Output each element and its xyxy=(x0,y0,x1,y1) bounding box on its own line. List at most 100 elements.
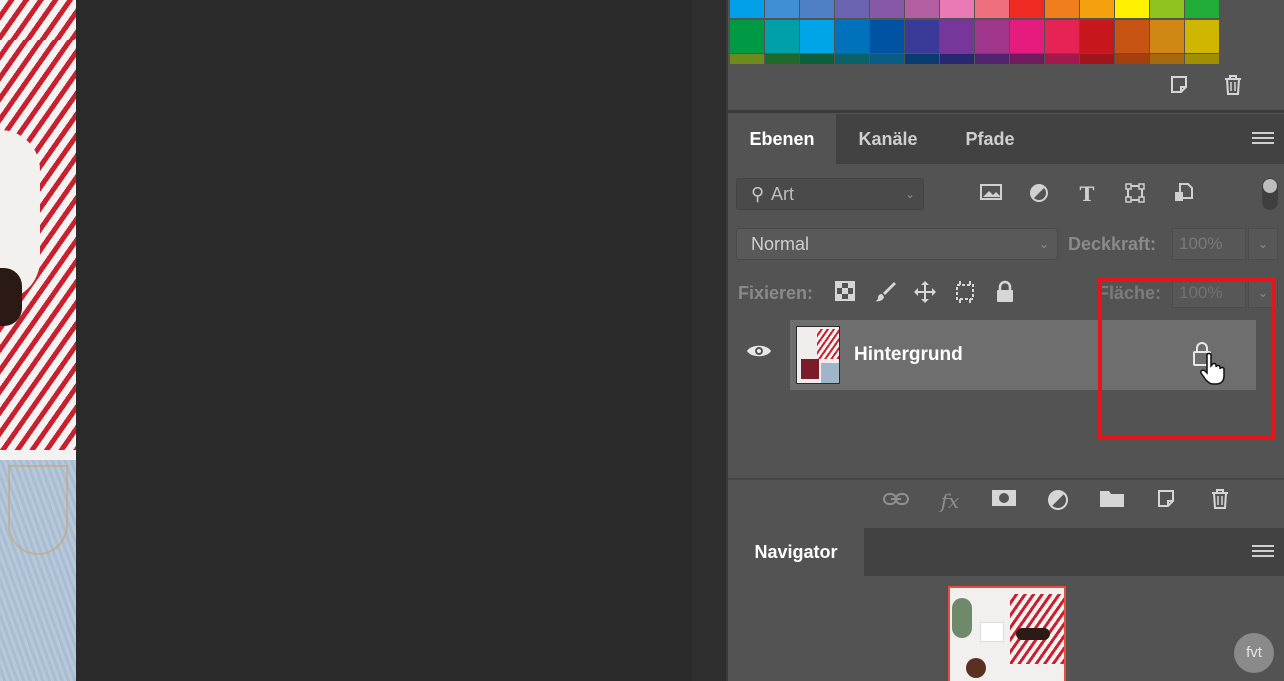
layers-tab-bar: Ebenen Kanäle Pfade xyxy=(728,114,1284,164)
swatch-row1-4[interactable] xyxy=(870,0,904,18)
tab-ebenen[interactable]: Ebenen xyxy=(728,114,836,164)
filter-toggle[interactable] xyxy=(1262,178,1278,210)
search-icon: ⚲ xyxy=(751,184,765,204)
delete-layer-trash-icon[interactable] xyxy=(1206,488,1234,514)
swatch-row3-12[interactable] xyxy=(1150,54,1184,64)
swatch-row1-5[interactable] xyxy=(905,0,939,18)
filter-kind-select[interactable]: ⚲ Art ⌄ xyxy=(736,178,924,210)
swatch-row1-2[interactable] xyxy=(800,0,834,18)
opacity-input[interactable]: 100% xyxy=(1172,228,1246,260)
swatch-row2-13[interactable] xyxy=(1185,20,1219,53)
swatch-row1-12[interactable] xyxy=(1150,0,1184,18)
swatch-row1-10[interactable] xyxy=(1080,0,1114,18)
swatch-row2-0[interactable] xyxy=(730,20,764,53)
lock-transparency-icon[interactable] xyxy=(832,280,858,306)
shape-filter-icon[interactable] xyxy=(1122,182,1148,206)
new-layer-icon[interactable] xyxy=(1152,488,1180,514)
panel-menu-icon[interactable] xyxy=(1252,132,1274,146)
swatch-row2-4[interactable] xyxy=(870,20,904,53)
opacity-dropdown[interactable]: ⌄ xyxy=(1248,228,1278,260)
swatch-row1-8[interactable] xyxy=(1010,0,1044,18)
panel-separator xyxy=(728,110,1284,113)
filter-icons: T xyxy=(978,182,1196,206)
canvas-workspace[interactable] xyxy=(76,0,692,681)
fx-icon[interactable]: fx xyxy=(936,488,964,514)
swatch-row3-0[interactable] xyxy=(730,54,764,64)
layer-thumbnail xyxy=(796,326,840,384)
lock-artboard-icon[interactable] xyxy=(952,280,978,306)
swatch-row3-7[interactable] xyxy=(975,54,1009,64)
adjustment-layer-icon[interactable] xyxy=(1044,488,1072,514)
swatch-row2-3[interactable] xyxy=(835,20,869,53)
thumb-shirt xyxy=(817,329,839,359)
swatch-row3-11[interactable] xyxy=(1115,54,1149,64)
swatch-row2-11[interactable] xyxy=(1115,20,1149,53)
chevron-down-icon: ⌄ xyxy=(904,187,915,201)
canvas-image[interactable] xyxy=(0,0,76,681)
swatch-row3-5[interactable] xyxy=(905,54,939,64)
swatch-row1-3[interactable] xyxy=(835,0,869,18)
swatch-row2-7[interactable] xyxy=(975,20,1009,53)
swatch-row2-10[interactable] xyxy=(1080,20,1114,53)
swatch-row2-5[interactable] xyxy=(905,20,939,53)
watermark-logo: fvt xyxy=(1234,633,1274,673)
swatch-row3-2[interactable] xyxy=(800,54,834,64)
swatch-row2-6[interactable] xyxy=(940,20,974,53)
lock-pixels-brush-icon[interactable] xyxy=(872,280,898,306)
type-filter-icon[interactable]: T xyxy=(1074,182,1100,206)
navigator-preview[interactable] xyxy=(948,586,1066,681)
layers-footer: fx xyxy=(728,478,1284,522)
link-layers-icon[interactable] xyxy=(882,488,910,514)
swatch-row3-6[interactable] xyxy=(940,54,974,64)
thumb-jeans xyxy=(821,363,839,383)
lock-position-move-icon[interactable] xyxy=(912,280,938,306)
swatch-row1-0[interactable] xyxy=(730,0,764,18)
filter-kind-label: Art xyxy=(771,184,795,204)
swatch-row2-9[interactable] xyxy=(1045,20,1079,53)
layer-name[interactable]: Hintergrund xyxy=(854,320,963,390)
swatch-row3-3[interactable] xyxy=(835,54,869,64)
smart-object-filter-icon[interactable] xyxy=(1170,182,1196,206)
footer-icons: fx xyxy=(882,488,1234,514)
new-group-folder-icon[interactable] xyxy=(1098,488,1126,514)
chevron-down-icon: ⌄ xyxy=(1038,237,1049,251)
swatch-row2-12[interactable] xyxy=(1150,20,1184,53)
swatch-row3-13[interactable] xyxy=(1185,54,1219,64)
blend-row: Normal ⌄ Deckkraft: 100% ⌄ xyxy=(728,224,1284,264)
photoshop-window: Ebenen Kanäle Pfade ⚲ Art ⌄ T Normal ⌄ D… xyxy=(0,0,1284,681)
lock-label: Fixieren: xyxy=(738,283,814,303)
swatch-row3-4[interactable] xyxy=(870,54,904,64)
swatch-row-3 xyxy=(730,54,1219,64)
swatch-row3-10[interactable] xyxy=(1080,54,1114,64)
swatch-row2-1[interactable] xyxy=(765,20,799,53)
swatch-row3-9[interactable] xyxy=(1045,54,1079,64)
swatches-panel xyxy=(728,0,1284,110)
swatch-row2-2[interactable] xyxy=(800,20,834,53)
swatch-row1-11[interactable] xyxy=(1115,0,1149,18)
blend-mode-select[interactable]: Normal ⌄ xyxy=(736,228,1058,260)
swatch-row2-8[interactable] xyxy=(1010,20,1044,53)
swatch-tools xyxy=(1168,74,1244,96)
thumb-item xyxy=(801,359,819,379)
swatch-row3-1[interactable] xyxy=(765,54,799,64)
swatch-row1-13[interactable] xyxy=(1185,0,1219,18)
navigator-body: fvt xyxy=(728,576,1284,681)
swatch-row1-6[interactable] xyxy=(940,0,974,18)
new-swatch-icon[interactable] xyxy=(1168,74,1190,96)
tab-kanaele[interactable]: Kanäle xyxy=(838,114,938,164)
layer-mask-icon[interactable] xyxy=(990,488,1018,514)
lock-all-icon[interactable] xyxy=(992,280,1018,306)
tab-navigator[interactable]: Navigator xyxy=(728,528,864,576)
swatch-row3-8[interactable] xyxy=(1010,54,1044,64)
image-filter-icon[interactable] xyxy=(978,182,1004,206)
visibility-eye-icon[interactable] xyxy=(744,342,774,364)
panel-menu-icon[interactable] xyxy=(1252,545,1274,559)
tab-pfade[interactable]: Pfade xyxy=(940,114,1040,164)
panel-gutter xyxy=(692,0,728,681)
lock-icons xyxy=(832,280,1018,306)
swatch-row1-9[interactable] xyxy=(1045,0,1079,18)
trash-icon[interactable] xyxy=(1222,74,1244,96)
swatch-row1-7[interactable] xyxy=(975,0,1009,18)
adjustment-filter-icon[interactable] xyxy=(1026,182,1052,206)
swatch-row1-1[interactable] xyxy=(765,0,799,18)
